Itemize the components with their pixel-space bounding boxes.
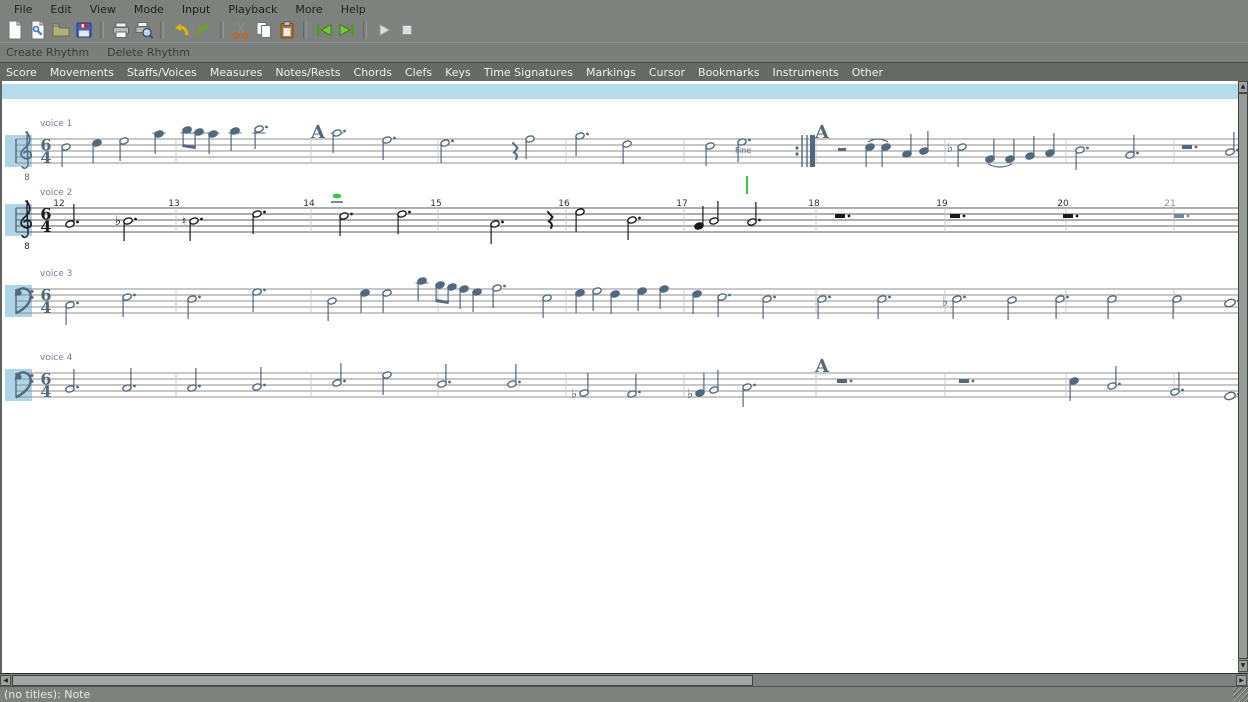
undo-icon[interactable] xyxy=(169,19,192,41)
scroll-up-button[interactable]: ▲ xyxy=(1238,81,1248,93)
menu-input[interactable]: Input xyxy=(174,2,218,17)
menu-more[interactable]: More xyxy=(287,2,330,17)
tab-staffs-voices[interactable]: Staffs/Voices xyxy=(127,66,197,79)
svg-text:4: 4 xyxy=(40,217,51,236)
svg-text:17: 17 xyxy=(676,199,687,209)
horizontal-scrollbar[interactable]: ◀ ▶ xyxy=(0,673,1248,686)
svg-text:8: 8 xyxy=(24,173,30,183)
svg-text:8: 8 xyxy=(24,242,30,252)
delete-rhythm-button[interactable]: Delete Rhythm xyxy=(107,46,190,59)
menu-mode[interactable]: Mode xyxy=(126,2,172,17)
paste-icon[interactable] xyxy=(275,19,298,41)
horizontal-scrollbar-thumb[interactable] xyxy=(12,675,753,686)
tab-bookmarks[interactable]: Bookmarks xyxy=(698,66,759,79)
tab-keys[interactable]: Keys xyxy=(445,66,471,79)
svg-text:14: 14 xyxy=(303,199,315,209)
tab-cursor[interactable]: Cursor xyxy=(649,66,685,79)
svg-text:voice 3: voice 3 xyxy=(40,269,72,279)
go-to-end-icon[interactable] xyxy=(335,19,358,41)
tab-clefs[interactable]: Clefs xyxy=(405,66,432,79)
tab-movements[interactable]: Movements xyxy=(50,66,114,79)
open-folder-icon[interactable] xyxy=(49,19,72,41)
toolbar-separator xyxy=(100,21,104,39)
redo-icon[interactable] xyxy=(192,19,215,41)
status-bar: (no titles): Note xyxy=(0,686,1248,702)
menu-view[interactable]: View xyxy=(82,2,124,17)
svg-text:19: 19 xyxy=(936,199,948,209)
svg-text:♭: ♭ xyxy=(687,387,693,402)
menu-edit[interactable]: Edit xyxy=(42,2,79,17)
svg-text:voice 1: voice 1 xyxy=(40,119,72,129)
status-text: (no titles): Note xyxy=(0,688,90,701)
document-wizard-icon[interactable] xyxy=(26,19,49,41)
svg-text:A: A xyxy=(814,356,830,377)
toolbar-separator xyxy=(160,21,164,39)
score-notation[interactable]: 864voice 1♭AAFine864voice 2♭♮64voice 3♭6… xyxy=(2,81,1240,673)
svg-text:13: 13 xyxy=(168,199,179,209)
tab-notes-rests[interactable]: Notes/Rests xyxy=(275,66,340,79)
scroll-right-button[interactable]: ▶ xyxy=(1236,675,1247,686)
go-to-start-icon[interactable] xyxy=(312,19,335,41)
svg-text:A: A xyxy=(814,122,830,143)
menu-bar: File Edit View Mode Input Playback More … xyxy=(0,0,1248,18)
svg-text:voice 2: voice 2 xyxy=(40,188,72,198)
play-icon[interactable] xyxy=(372,19,395,41)
cut-icon[interactable] xyxy=(229,19,252,41)
svg-text:voice 4: voice 4 xyxy=(40,353,73,363)
tab-instruments[interactable]: Instruments xyxy=(773,66,839,79)
tab-score[interactable]: Score xyxy=(6,66,37,79)
svg-text:♭: ♭ xyxy=(947,141,953,156)
tab-markings[interactable]: Markings xyxy=(586,66,636,79)
create-rhythm-button[interactable]: Create Rhythm xyxy=(6,46,89,59)
menu-playback[interactable]: Playback xyxy=(220,2,285,17)
svg-text:12: 12 xyxy=(53,199,64,209)
toolbar-separator xyxy=(363,21,367,39)
svg-text:♭: ♭ xyxy=(571,387,577,402)
stop-icon[interactable] xyxy=(395,19,418,41)
svg-text:16: 16 xyxy=(558,199,570,209)
copy-icon[interactable] xyxy=(252,19,275,41)
svg-text:21: 21 xyxy=(1164,199,1175,209)
print-preview-icon[interactable] xyxy=(132,19,155,41)
scroll-down-button[interactable]: ▼ xyxy=(1238,660,1248,672)
svg-text:♮: ♮ xyxy=(182,214,186,228)
svg-text:15: 15 xyxy=(430,199,441,209)
print-icon[interactable] xyxy=(109,19,132,41)
tab-other[interactable]: Other xyxy=(852,66,883,79)
svg-text:20: 20 xyxy=(1057,199,1069,209)
svg-text:♭: ♭ xyxy=(115,214,121,229)
vertical-scrollbar-thumb[interactable] xyxy=(1238,93,1248,659)
menu-help[interactable]: Help xyxy=(333,2,374,17)
svg-text:Fine: Fine xyxy=(735,146,751,155)
toolbar-separator xyxy=(303,21,307,39)
rhythm-toolbar: Create Rhythm Delete Rhythm xyxy=(0,42,1248,62)
tab-measures[interactable]: Measures xyxy=(210,66,262,79)
tab-time-signatures[interactable]: Time Signatures xyxy=(484,66,573,79)
svg-text:18: 18 xyxy=(808,199,820,209)
svg-text:4: 4 xyxy=(40,148,51,167)
tool-tab-bar: Score Movements Staffs/Voices Measures N… xyxy=(0,62,1248,82)
save-icon[interactable] xyxy=(72,19,95,41)
new-file-icon[interactable] xyxy=(3,19,26,41)
menu-file[interactable]: File xyxy=(6,2,40,17)
scroll-left-button[interactable]: ◀ xyxy=(0,675,11,686)
svg-text:4: 4 xyxy=(40,298,51,317)
main-toolbar xyxy=(0,18,1248,42)
svg-text:♭: ♭ xyxy=(942,295,948,310)
tab-chords[interactable]: Chords xyxy=(354,66,392,79)
svg-text:A: A xyxy=(310,122,326,143)
svg-text:4: 4 xyxy=(40,382,51,401)
toolbar-separator xyxy=(220,21,224,39)
vertical-scrollbar[interactable]: ▲ ▼ xyxy=(1238,81,1248,673)
score-canvas[interactable]: 864voice 1♭AAFine864voice 2♭♮64voice 3♭6… xyxy=(0,81,1238,673)
resize-grip[interactable] xyxy=(1233,687,1248,702)
